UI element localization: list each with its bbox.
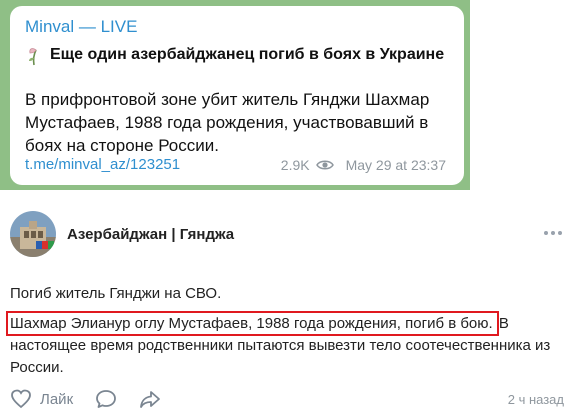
share-button[interactable] [139,389,161,409]
telegram-chat-background: Minval — LIVE Еще один азербайджанец пог… [0,0,470,190]
message-body: В прифронтовой зоне убит житель Гянджи Ш… [25,90,430,155]
comment-button[interactable] [95,389,117,409]
like-label: Лайк [40,390,74,408]
message-title-row: Еще один азербайджанец погиб в боях в Ук… [25,44,444,66]
group-name[interactable]: Азербайджан | Гянджа [67,226,234,243]
channel-name[interactable]: Minval — LIVE [25,17,137,37]
message-timestamp: May 29 at 23:37 [345,157,446,173]
eye-icon [315,160,334,170]
more-options-icon[interactable] [542,228,564,238]
post-text: Шахмар Элианур оглу Мустафаев, 1988 года… [6,311,566,379]
like-button[interactable]: Лайк [10,389,73,409]
wilted-flower-icon [29,48,37,66]
post-first-line: Погиб житель Гянджи на СВО. [10,285,222,302]
post-actions: Лайк 2 ч назад [10,388,564,410]
comment-icon [96,390,117,408]
screenshot: Minval — LIVE Еще один азербайджанец пог… [0,0,574,417]
heart-icon [11,389,31,409]
message-link[interactable]: t.me/minval_az/123251 [25,156,180,173]
view-count: 2.9K [280,157,310,173]
message-title: Еще один азербайджанец погиб в боях в Ук… [50,46,445,63]
share-icon [140,391,161,408]
post-time[interactable]: 2 ч назад [508,392,564,407]
message-meta: 2.9K May 29 at 23:37 [281,157,446,173]
group-avatar[interactable] [10,211,56,257]
highlighted-sentence: Шахмар Элианур оглу Мустафаев, 1988 года… [6,311,499,336]
telegram-message-bubble: Minval — LIVE Еще один азербайджанец пог… [10,6,464,185]
avatar-image [10,211,56,257]
